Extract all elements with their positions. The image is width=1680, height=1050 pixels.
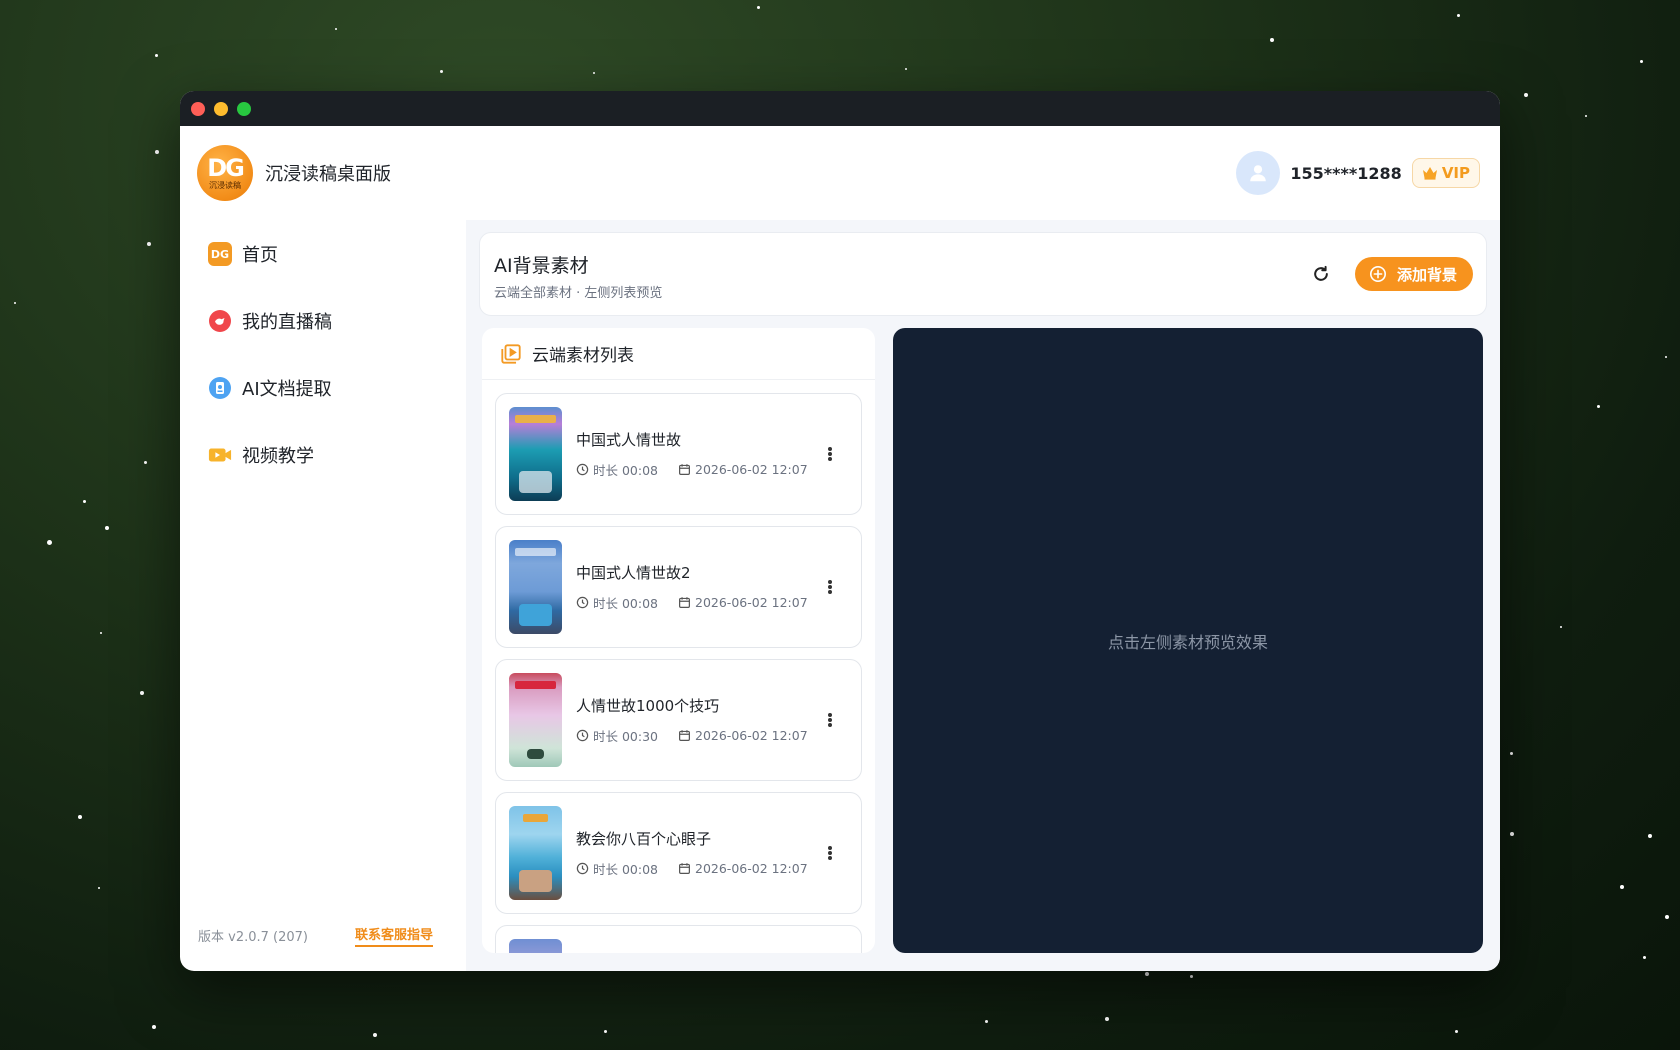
material-preview-area[interactable]: 点击左侧素材预览效果 [893, 328, 1483, 953]
material-title: 中国式人情世故 [576, 431, 682, 449]
clock-icon [576, 596, 589, 609]
user-menu[interactable]: 155****1288 VIP [1236, 151, 1480, 195]
add-background-label: 添加背景 [1396, 265, 1457, 284]
logo-text: DG [207, 154, 245, 182]
material-list: 中国式人情世故 时长 00:08 2026-06-02 12:07 中国式人情世… [482, 380, 875, 953]
more-options-icon[interactable] [825, 843, 835, 863]
main-content: AI背景素材 云端全部素材 · 左侧列表预览 添加背景 云端素材列表 中国式人情… [466, 220, 1500, 971]
refresh-button[interactable] [1309, 262, 1333, 286]
refresh-icon [1314, 265, 1328, 281]
list-item[interactable]: 教会你八百个心眼子 时长 00:08 2026-06-02 12:07 [495, 792, 862, 914]
list-item[interactable] [495, 925, 862, 953]
preview-placeholder: 点击左侧素材预览效果 [1107, 632, 1268, 652]
material-thumbnail [509, 407, 562, 501]
clock-icon [576, 463, 589, 476]
sidebar-item-label: 首页 [242, 245, 278, 266]
version-label: 版本 v2.0.7 (207) [198, 930, 308, 945]
list-item[interactable]: 中国式人情世故2 时长 00:08 2026-06-02 12:07 [495, 526, 862, 648]
vip-label: VIP [1441, 164, 1470, 182]
app-header: DG 沉浸读稿 沉浸读稿桌面版 155****1288 VIP [180, 126, 1500, 220]
material-thumbnail [509, 806, 562, 900]
support-link[interactable]: 联系客服指导 [354, 924, 433, 947]
material-duration: 时长 00:08 [593, 463, 658, 478]
user-icon [1250, 165, 1267, 182]
calendar-icon [679, 464, 690, 475]
clock-icon [576, 862, 589, 875]
sidebar-item-video-tutorial[interactable]: 视频教学 [180, 435, 466, 475]
sidebar-item-home[interactable]: DG 首页 [180, 234, 466, 274]
crown-icon [1422, 167, 1437, 180]
more-options-icon[interactable] [825, 444, 835, 464]
material-meta: 时长 00:08 2026-06-02 12:07 [576, 460, 808, 479]
material-title: 教会你八百个心眼子 [576, 830, 712, 848]
material-meta: 时长 00:08 2026-06-02 12:07 [576, 859, 808, 878]
user-phone: 155****1288 [1290, 163, 1402, 183]
close-window-button[interactable] [191, 101, 205, 116]
clock-icon [576, 729, 589, 742]
list-title: 云端素材列表 [532, 346, 634, 366]
zoom-window-button[interactable] [237, 101, 251, 116]
material-thumbnail [509, 540, 562, 634]
material-meta: 时长 00:08 2026-06-02 12:07 [576, 593, 808, 612]
cloud-material-list-panel: 云端素材列表 中国式人情世故 时长 00:08 2026-06-02 12:07… [482, 328, 875, 953]
material-meta: 时长 00:30 2026-06-02 12:07 [576, 726, 808, 745]
material-title: 中国式人情世故2 [576, 564, 691, 582]
logo-caption: 沉浸读稿 [209, 181, 241, 190]
material-date: 2026-06-02 12:07 [695, 728, 808, 743]
sidebar-item-label: AI文档提取 [242, 379, 332, 400]
window-titlebar [180, 91, 1500, 126]
live-script-icon [208, 309, 232, 333]
avatar[interactable] [1236, 151, 1281, 195]
sidebar-item-label: 我的直播稿 [242, 312, 332, 333]
more-options-icon[interactable] [825, 577, 835, 597]
home-logo-icon: DG [208, 242, 232, 266]
material-duration: 时长 00:30 [593, 729, 658, 744]
material-date: 2026-06-02 12:07 [695, 595, 808, 610]
sidebar: DG 首页 我的直播稿 AI文档提取 视频教学 版本 v2.0.7 (207) … [180, 220, 466, 971]
list-item[interactable]: 人情世故1000个技巧 时长 00:30 2026-06-02 12:07 [495, 659, 862, 781]
material-thumbnail [509, 939, 562, 953]
material-duration: 时长 00:08 [593, 862, 658, 877]
calendar-icon [679, 597, 690, 608]
minimize-window-button[interactable] [214, 101, 228, 116]
material-thumbnail [509, 673, 562, 767]
calendar-icon [679, 730, 690, 741]
ai-document-icon [208, 376, 232, 400]
video-tutorial-icon [208, 443, 232, 467]
vip-badge[interactable]: VIP [1411, 158, 1480, 188]
app-title: 沉浸读稿桌面版 [265, 164, 391, 185]
list-header: 云端素材列表 [482, 328, 875, 380]
list-item[interactable]: 中国式人情世故 时长 00:08 2026-06-02 12:07 [495, 393, 862, 515]
material-title: 人情世故1000个技巧 [576, 697, 720, 715]
brand: DG 沉浸读稿 沉浸读稿桌面版 [197, 145, 391, 201]
sidebar-item-live-scripts[interactable]: 我的直播稿 [180, 301, 466, 341]
add-background-button[interactable]: 添加背景 [1354, 257, 1473, 291]
app-logo-icon: DG 沉浸读稿 [197, 145, 253, 201]
sidebar-item-ai-document[interactable]: AI文档提取 [180, 368, 466, 408]
calendar-icon [679, 863, 690, 874]
material-date: 2026-06-02 12:07 [695, 462, 808, 477]
material-date: 2026-06-02 12:07 [695, 861, 808, 876]
material-duration: 时长 00:08 [593, 596, 658, 611]
plus-circle-icon [1369, 265, 1386, 283]
page-header-card: AI背景素材 云端全部素材 · 左侧列表预览 添加背景 [479, 232, 1487, 316]
app-window: DG 沉浸读稿 沉浸读稿桌面版 155****1288 VIP DG 首页 我的… [180, 91, 1500, 971]
more-options-icon[interactable] [825, 710, 835, 730]
media-library-icon [501, 343, 521, 364]
sidebar-item-label: 视频教学 [242, 446, 314, 467]
sidebar-footer: 版本 v2.0.7 (207) 联系客服指导 [198, 924, 433, 947]
